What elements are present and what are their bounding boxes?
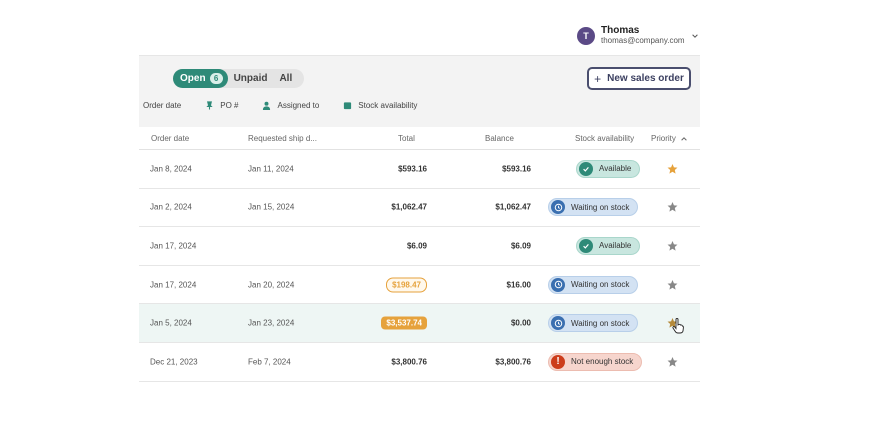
clock-icon	[551, 316, 565, 331]
filter-po-label: PO #	[220, 101, 239, 110]
tab-open-label: Open	[180, 73, 206, 84]
filter-assigned-to[interactable]: Assigned to	[262, 101, 319, 110]
table-row[interactable]: Dec 21, 2023 Feb 7, 2024 $3,800.76 $3,80…	[139, 343, 700, 382]
tab-unpaid[interactable]: Unpaid	[228, 69, 274, 88]
stock-status-label: Waiting on stock	[571, 318, 630, 328]
column-priority[interactable]: Priority	[651, 134, 688, 143]
balance: $1,062.47	[495, 202, 531, 212]
tab-open[interactable]: Open 6	[173, 69, 228, 88]
balance: $593.16	[502, 164, 531, 174]
column-balance[interactable]: Balance	[485, 134, 514, 143]
total: $6.09	[406, 241, 427, 251]
tab-open-count: 6	[209, 73, 223, 84]
total: $1,062.47	[391, 202, 427, 212]
column-requested-ship-date[interactable]: Requested ship d...	[248, 134, 317, 143]
check-icon	[579, 161, 593, 176]
table-row[interactable]: Jan 5, 2024 Jan 23, 2024 $3,537.74 $0.00…	[139, 304, 700, 343]
filter-stock-availability[interactable]: Stock availability	[343, 101, 417, 110]
stock-status-label: Not enough stock	[571, 357, 634, 367]
table-row[interactable]: Jan 17, 2024 Jan 20, 2024 $198.47 $16.00…	[139, 266, 700, 305]
clock-icon	[551, 200, 565, 215]
stock-status-badge: Waiting on stock	[548, 275, 639, 294]
star-icon[interactable]	[667, 202, 678, 213]
filter-order-date[interactable]: Order date	[143, 101, 181, 110]
stock-status-badge: Available	[576, 159, 641, 178]
alert-icon: !	[551, 354, 565, 369]
chevron-down-icon[interactable]	[691, 32, 699, 40]
ship-date: Jan 15, 2024	[248, 202, 295, 212]
order-date: Jan 8, 2024	[150, 164, 192, 174]
stock-status-badge: Waiting on stock	[548, 198, 639, 217]
balance: $6.09	[510, 241, 531, 251]
column-stock-availability[interactable]: Stock availability	[575, 134, 634, 143]
order-date: Jan 17, 2024	[150, 241, 197, 251]
total: $3,800.76	[391, 357, 427, 367]
person-icon	[263, 101, 271, 110]
stock-status-label: Available	[599, 241, 632, 251]
star-icon[interactable]	[667, 356, 678, 367]
filter-po[interactable]: PO #	[205, 101, 238, 110]
total: $593.16	[398, 164, 427, 174]
pin-icon	[206, 101, 213, 110]
box-icon	[344, 102, 352, 110]
balance: $16.00	[506, 280, 531, 290]
total-pill: $3,537.74	[381, 316, 427, 330]
user-name: Thomas	[601, 25, 640, 36]
ship-date: Jan 20, 2024	[248, 280, 295, 290]
table-row[interactable]: Jan 17, 2024 $6.09 $6.09 Available	[139, 227, 700, 266]
table-header: Order date Requested ship d... Total Bal…	[139, 127, 700, 150]
order-date: Jan 5, 2024	[150, 318, 192, 328]
ship-date: Jan 23, 2024	[248, 318, 295, 328]
balance: $0.00	[510, 318, 531, 328]
column-order-date[interactable]: Order date	[151, 134, 189, 143]
stock-status-badge: ! Not enough stock	[548, 352, 643, 371]
star-icon[interactable]	[667, 240, 678, 251]
check-icon	[579, 238, 593, 253]
filter-assigned-to-label: Assigned to	[277, 101, 320, 110]
stock-status-badge: Available	[576, 236, 641, 255]
table-row[interactable]: Jan 2, 2024 Jan 15, 2024 $1,062.47 $1,06…	[139, 189, 700, 228]
ship-date: Jan 11, 2024	[248, 164, 294, 174]
stock-status-label: Available	[599, 164, 632, 174]
filter-order-date-label: Order date	[143, 101, 182, 110]
total-pill: $198.47	[386, 277, 427, 293]
column-total[interactable]: Total	[398, 134, 415, 143]
order-date: Jan 17, 2024	[150, 280, 197, 290]
order-date: Jan 2, 2024	[150, 202, 192, 212]
user-email: thomas@company.com	[601, 36, 685, 45]
orders-toolbar: Open 6 Unpaid All + New sales order Orde…	[139, 55, 700, 127]
chevron-up-icon	[681, 136, 687, 141]
stock-status-label: Waiting on stock	[571, 202, 630, 212]
table-row[interactable]: Jan 8, 2024 Jan 11, 2024 $593.16 $593.16…	[139, 150, 700, 189]
tab-all[interactable]: All	[273, 69, 298, 88]
hand-cursor-icon	[672, 318, 684, 334]
stock-status-label: Waiting on stock	[571, 280, 630, 290]
stock-status-badge: Waiting on stock	[548, 314, 639, 333]
clock-icon	[551, 277, 565, 292]
status-tabs: Open 6 Unpaid All	[173, 69, 305, 88]
filter-stock-availability-label: Stock availability	[358, 101, 418, 110]
new-sales-order-label: New sales order	[607, 73, 684, 84]
avatar: T	[577, 27, 595, 45]
ship-date: Feb 7, 2024	[248, 357, 291, 367]
new-sales-order-button[interactable]: + New sales order	[587, 67, 691, 90]
star-icon[interactable]	[667, 163, 678, 174]
filter-bar: Order date PO # Assigned to Stock availa…	[143, 101, 441, 110]
plus-icon: +	[594, 71, 602, 86]
star-icon[interactable]	[667, 279, 678, 290]
sales-orders-table: Order date Requested ship d... Total Bal…	[139, 127, 700, 382]
user-menu[interactable]: T Thomas thomas@company.com	[577, 26, 699, 46]
order-date: Dec 21, 2023	[150, 357, 198, 367]
balance: $3,800.76	[495, 357, 531, 367]
column-priority-label: Priority	[651, 134, 676, 143]
